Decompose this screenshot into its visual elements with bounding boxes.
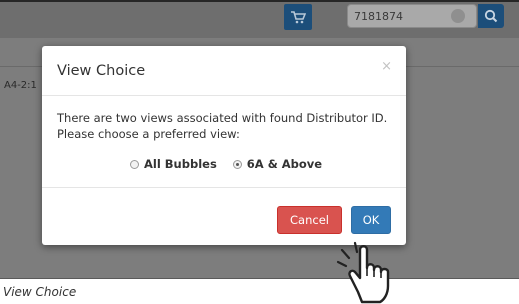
close-icon[interactable]: × [381,60,392,73]
cancel-button[interactable]: Cancel [277,206,342,234]
dialog-header: View Choice × [42,46,406,96]
cart-button[interactable] [284,4,312,30]
search-field[interactable] [347,4,477,28]
clear-icon[interactable] [451,9,465,23]
ok-button[interactable]: OK [351,206,391,234]
top-bar [0,0,519,38]
figure-caption: View Choice [3,285,77,299]
radio-all-bubbles[interactable] [130,159,139,169]
search-icon [484,9,498,23]
option-label-6a-above[interactable]: 6A & Above [247,157,322,171]
view-options: All Bubbles 6A & Above [130,156,338,172]
search-button[interactable] [478,4,504,28]
search-input[interactable] [354,7,444,25]
dialog-title: View Choice [57,63,146,79]
dialog-message: There are two views associated with foun… [57,110,397,142]
background-cell-text: A4-2:1 [4,80,37,91]
message-line-2: Please choose a preferred view: [57,127,240,141]
pointer-hand-icon [336,241,390,304]
dialog-footer-divider [42,187,406,188]
message-line-1: There are two views associated with foun… [57,111,388,125]
option-label-all-bubbles[interactable]: All Bubbles [144,157,217,171]
radio-6a-above[interactable] [232,159,242,169]
screenshot-frame: A4-2:1 View Choice × There are two views… [0,0,519,279]
cart-icon [291,11,306,24]
view-choice-dialog: View Choice × There are two views associ… [42,46,406,245]
